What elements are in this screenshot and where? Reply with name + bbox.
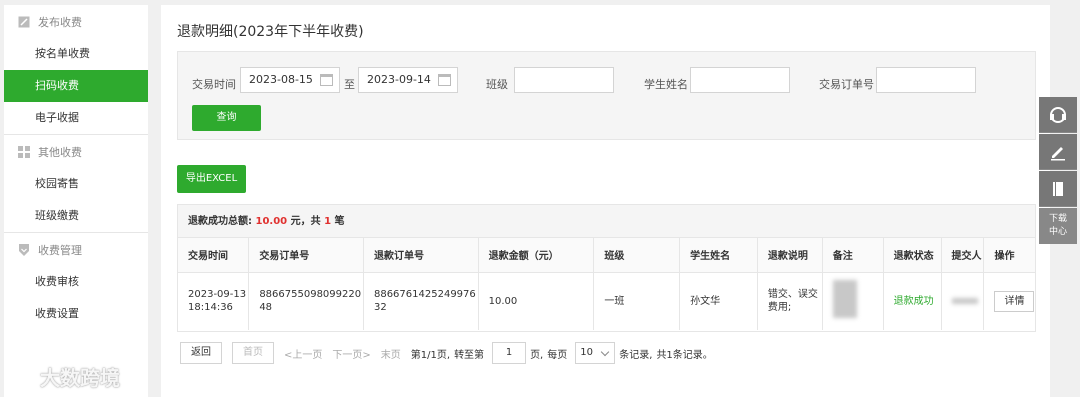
data-table: 交易时间 交易订单号 退款订单号 退款金额（元） 班级 学生姓名 退款说明 备注… xyxy=(178,238,1035,330)
watermark-logo-icon xyxy=(6,367,36,385)
pagination: 返回 首页 <上一页 下一页> 末页 第1/1页, 转至第 1 页, 每页 10… xyxy=(180,341,717,365)
cell-submitter xyxy=(941,272,985,330)
per-page-select[interactable]: 10 xyxy=(575,342,616,364)
book-icon xyxy=(1053,181,1063,196)
page-title: 退款明细(2023年下半年收费) xyxy=(177,24,364,40)
sidebar-group-label: 收费管理 xyxy=(38,243,82,257)
student-label: 学生姓名 xyxy=(644,78,688,91)
summary-count: 1 xyxy=(324,216,332,227)
class-label: 班级 xyxy=(486,78,508,91)
table-header-row: 交易时间 交易订单号 退款订单号 退款金额（元） 班级 学生姓名 退款说明 备注… xyxy=(178,238,1035,273)
calendar-icon[interactable] xyxy=(438,74,451,86)
student-input[interactable] xyxy=(690,67,790,93)
goto-page-input[interactable]: 1 xyxy=(492,342,527,364)
cell-reason: 错交、误交费用; xyxy=(757,272,823,330)
summary-prefix: 退款成功总额: xyxy=(188,216,252,227)
summary-amount: 10.00 xyxy=(255,216,288,227)
filter-panel: 交易时间 2023-08-15 至 2023-09-14 班级 学生姓名 交易订… xyxy=(177,51,1036,140)
cell-remark xyxy=(822,272,884,330)
detail-button[interactable]: 详情 xyxy=(994,290,1035,312)
end-date-input[interactable]: 2023-09-14 xyxy=(358,67,458,93)
edit-icon xyxy=(18,16,30,27)
sidebar-item-e-receipt[interactable]: 电子收据 xyxy=(4,102,148,134)
last-page-link[interactable]: 末页 xyxy=(381,346,401,361)
end-date-value: 2023-09-14 xyxy=(367,73,431,86)
sidebar-group-manage: 收费管理 xyxy=(4,233,148,266)
summary-suffix: 笔 xyxy=(334,216,345,227)
calendar-icon[interactable] xyxy=(320,74,333,86)
sidebar-item-list-charge[interactable]: 按名单收费 xyxy=(4,38,148,70)
cell-time: 2023-09-13 18:14:36 xyxy=(178,272,250,330)
col-header: 退款订单号 xyxy=(363,238,479,273)
col-header: 交易订单号 xyxy=(248,238,364,273)
summary-unit: 元，共 xyxy=(290,216,321,227)
order-label: 交易订单号 xyxy=(819,78,874,91)
sidebar-group-publish: 发布收费 xyxy=(4,5,148,38)
col-header: 退款说明 xyxy=(757,238,823,273)
pen-icon xyxy=(1051,146,1065,160)
col-header: 退款金额（元） xyxy=(478,238,595,273)
first-page-button[interactable]: 首页 xyxy=(232,342,274,364)
table-row: 2023-09-13 18:14:36 886675509809922048 8… xyxy=(178,272,1035,330)
col-header: 学生姓名 xyxy=(679,238,758,273)
time-label: 交易时间 xyxy=(192,78,236,91)
redacted-submitter xyxy=(951,297,978,304)
total-records: 共1条记录。 xyxy=(656,349,713,361)
sidebar-item-scan-charge[interactable]: 扫码收费 xyxy=(4,70,148,102)
download-label-1: 下载 xyxy=(1048,213,1067,224)
records-suffix: 条记录, xyxy=(619,349,653,361)
cell-refund-no: 886676142524997632 xyxy=(363,272,479,330)
col-header: 备注 xyxy=(822,238,884,273)
customer-service-button[interactable] xyxy=(1039,97,1077,133)
cell-student: 孙文华 xyxy=(679,272,758,330)
redacted-remark xyxy=(832,280,857,319)
page-suffix: 页, xyxy=(530,349,544,361)
sidebar-item-settings[interactable]: 收费设置 xyxy=(4,298,148,330)
goto-label: 转至第 xyxy=(454,349,485,361)
watermark-text: 大数跨境 xyxy=(40,366,120,390)
query-button[interactable]: 查询 xyxy=(192,105,261,131)
cell-trade-no: 886675509809922048 xyxy=(248,272,364,330)
per-page-label: 每页 xyxy=(547,349,568,361)
sidebar-group-label: 发布收费 xyxy=(38,15,82,29)
refund-table: 退款成功总额: 10.00 元，共 1 笔 交易时间 交易订单号 退款订单号 退… xyxy=(177,204,1036,332)
feedback-button[interactable] xyxy=(1039,134,1077,170)
back-button[interactable]: 返回 xyxy=(180,342,222,364)
download-center-button[interactable]: 下载 中心 xyxy=(1039,208,1077,244)
sidebar-item-class-fee[interactable]: 班级缴费 xyxy=(4,200,148,232)
watermark: 大数跨境 xyxy=(6,362,120,391)
col-header: 退款状态 xyxy=(883,238,942,273)
col-header: 交易时间 xyxy=(178,238,250,273)
sidebar: 发布收费 按名单收费 扫码收费 电子收据 其他收费 校园寄售 班级缴费 收费管理… xyxy=(4,5,148,397)
grid-icon xyxy=(18,145,30,158)
prev-page-link[interactable]: <上一页 xyxy=(284,346,322,361)
manual-button[interactable] xyxy=(1039,171,1077,207)
page-info: 第1/1页, xyxy=(410,349,451,361)
class-input[interactable] xyxy=(514,67,614,93)
main-panel: 退款明细(2023年下半年收费) 交易时间 2023-08-15 至 2023-… xyxy=(161,5,1050,397)
order-input[interactable] xyxy=(876,67,976,93)
cell-amount: 10.00 xyxy=(478,272,595,330)
start-date-value: 2023-08-15 xyxy=(249,73,313,86)
cell-class: 一班 xyxy=(593,272,681,330)
sidebar-group-other: 其他收费 xyxy=(4,135,148,168)
next-page-link[interactable]: 下一页> xyxy=(332,346,370,361)
to-label: 至 xyxy=(344,78,355,91)
col-header: 班级 xyxy=(593,238,681,273)
col-header: 操作 xyxy=(983,238,1035,273)
sidebar-group-label: 其他收费 xyxy=(38,145,82,159)
headset-icon xyxy=(1050,106,1066,123)
shield-icon xyxy=(19,243,29,256)
download-label-2: 中心 xyxy=(1048,226,1067,237)
cell-status: 退款成功 xyxy=(883,272,942,330)
cell-action: 详情 xyxy=(984,272,1035,330)
export-excel-button[interactable]: 导出EXCEL xyxy=(177,165,246,193)
sidebar-item-review[interactable]: 收费审核 xyxy=(4,266,148,298)
refund-summary: 退款成功总额: 10.00 元，共 1 笔 xyxy=(178,205,1035,238)
start-date-input[interactable]: 2023-08-15 xyxy=(240,67,340,93)
col-header: 提交人 xyxy=(941,238,985,273)
sidebar-item-consignment[interactable]: 校园寄售 xyxy=(4,168,148,200)
